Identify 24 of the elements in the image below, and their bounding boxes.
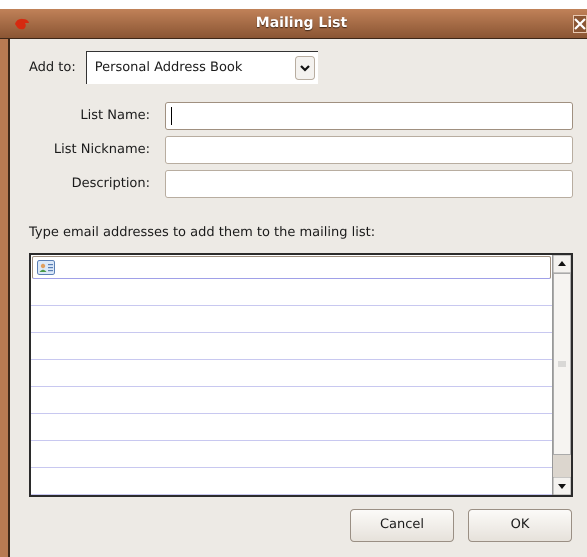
grip-icon [558,360,566,366]
chevron-down-icon [294,56,315,80]
field-label: Description: [70,175,151,194]
address-input-field[interactable] [32,256,551,278]
close-icon [574,18,586,30]
scroll-thumb[interactable] [553,272,571,454]
scroll-down-arrow-icon[interactable] [553,476,571,494]
address-book-dropdown[interactable]: Personal Address Book [86,51,318,84]
address-list[interactable] [29,252,573,496]
scrollbar[interactable] [552,254,571,494]
close-button[interactable] [573,14,587,32]
scroll-up-arrow-icon[interactable] [553,254,571,272]
contact-card-icon [37,260,55,274]
field-label: List Name: [79,107,151,126]
addresses-instruction: Type email addresses to add them to the mailing list: [29,224,376,242]
field-label: List Nickname: [52,141,151,160]
text-cursor [171,107,172,125]
dialog-button[interactable]: OK [468,508,572,542]
text-field[interactable] [165,170,573,198]
window-title: Mailing List [254,14,348,33]
text-field[interactable] [165,102,573,130]
text-field[interactable] [165,136,573,164]
dialog-button[interactable]: Cancel [350,508,454,542]
add-to-label: Add to: [29,58,76,77]
